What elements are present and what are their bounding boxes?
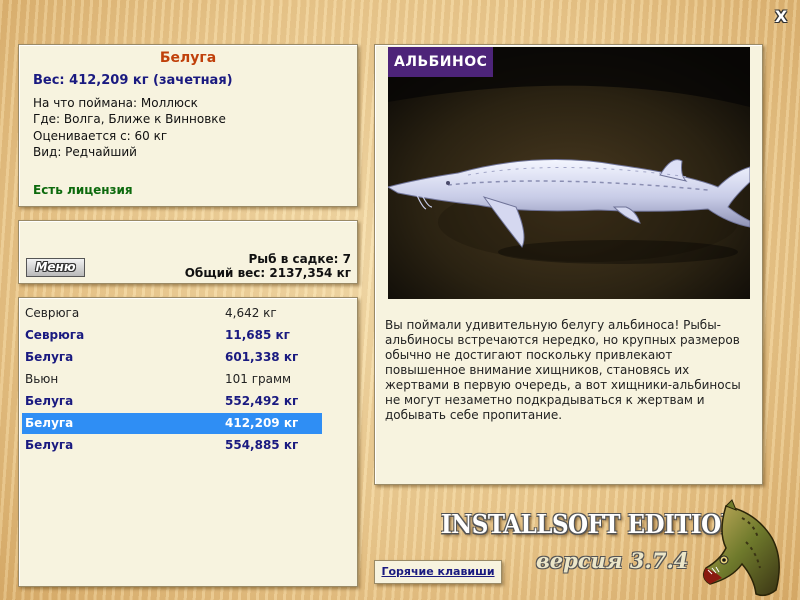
pike-logo-icon bbox=[703, 499, 780, 597]
close-icon[interactable]: X bbox=[772, 8, 790, 26]
fish-name: Белуга bbox=[159, 50, 217, 66]
catch-list: Севрюга 4,642 кг Севрюга 11,685 кг Белуг… bbox=[18, 297, 358, 587]
list-item[interactable]: Белуга 552,492 кг bbox=[22, 391, 322, 412]
catch-name: Севрюга bbox=[25, 328, 85, 342]
catch-weight: 601,338 кг bbox=[225, 350, 299, 364]
list-item[interactable]: Севрюга 4,642 кг bbox=[22, 303, 322, 324]
hotkeys-link[interactable]: Горячие клавиши bbox=[374, 560, 502, 584]
fish-picture-panel: АЛЬБИНОС Вы поймали удивительную белугу … bbox=[374, 44, 763, 485]
rarity-info: Вид: Редчайший bbox=[33, 145, 137, 159]
list-item[interactable]: Белуга 601,338 кг bbox=[22, 347, 322, 368]
valuation-info: Оценивается с: 60 кг bbox=[33, 129, 168, 143]
total-weight: Общий вес: 2137,354 кг bbox=[184, 266, 351, 280]
keepnet-summary-panel: Меню Рыб в садке: 7 Общий вес: 2137,354 … bbox=[18, 220, 358, 284]
catch-name: Белуга bbox=[25, 350, 74, 364]
fish-weight: Вес: 412,209 кг (зачетная) bbox=[33, 73, 233, 88]
catch-weight: 552,492 кг bbox=[225, 394, 299, 408]
list-item[interactable]: Севрюга 11,685 кг bbox=[22, 325, 322, 346]
catch-name: Белуга bbox=[25, 394, 74, 408]
catch-weight: 4,642 кг bbox=[225, 306, 277, 320]
list-item[interactable]: Белуга 554,885 кг bbox=[22, 435, 322, 456]
albino-badge: АЛЬБИНОС bbox=[388, 47, 494, 77]
fish-photo: АЛЬБИНОС bbox=[388, 47, 750, 299]
catch-name: Севрюга bbox=[25, 306, 80, 320]
version-label: версия 3.7.4 bbox=[536, 548, 689, 573]
catch-weight: 11,685 кг bbox=[225, 328, 290, 342]
catch-weight: 101 грамм bbox=[225, 372, 292, 386]
list-scrollbar[interactable] bbox=[324, 300, 356, 584]
catch-name: Вьюн bbox=[25, 372, 59, 386]
list-item-selected[interactable]: Белуга 412,209 кг bbox=[22, 413, 322, 434]
catch-name: Белуга bbox=[25, 416, 74, 430]
menu-button[interactable]: Меню bbox=[26, 258, 85, 277]
fish-count: Рыб в садке: 7 bbox=[248, 252, 352, 266]
fish-info-panel: Белуга Вес: 412,209 кг (зачетная) На что… bbox=[18, 44, 358, 207]
location-info: Где: Волга, Ближе к Винновке bbox=[33, 112, 226, 126]
bait-info: На что поймана: Моллюск bbox=[33, 96, 198, 110]
license-status: Есть лицензия bbox=[33, 183, 133, 197]
catch-name: Белуга bbox=[25, 438, 74, 452]
albino-sturgeon-image bbox=[388, 47, 750, 299]
list-item[interactable]: Вьюн 101 грамм bbox=[22, 369, 322, 390]
catch-weight: 412,209 кг bbox=[225, 416, 299, 430]
fish-description: Вы поймали удивительную белугу альбиноса… bbox=[385, 318, 741, 422]
catch-weight: 554,885 кг bbox=[225, 438, 299, 452]
